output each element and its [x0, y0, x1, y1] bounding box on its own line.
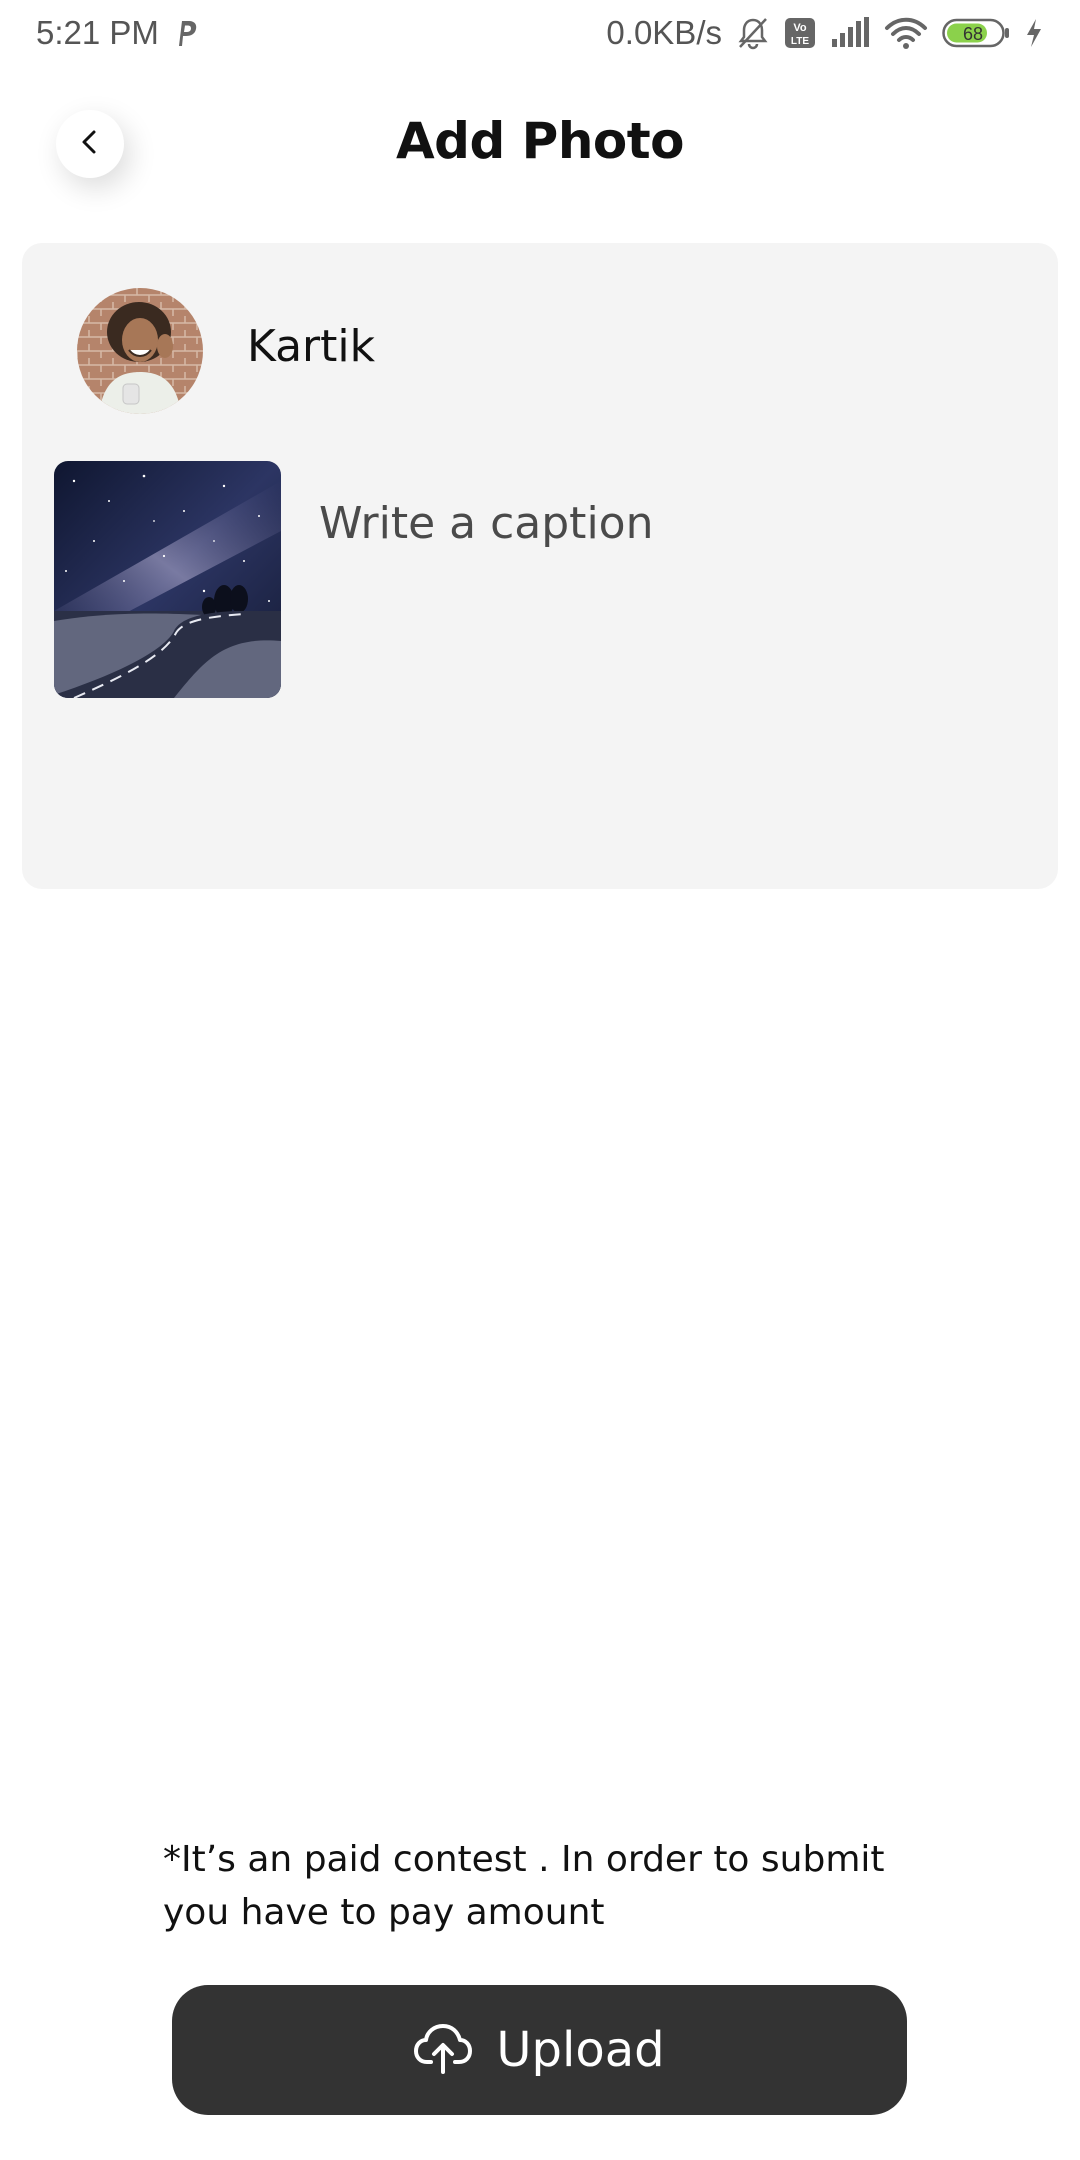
upload-button[interactable]: Upload: [172, 1985, 907, 2115]
status-left: 5:21 PM: [36, 14, 199, 52]
photo-thumbnail[interactable]: [54, 461, 281, 698]
svg-text:LTE: LTE: [791, 36, 809, 47]
header: Add Photo: [0, 96, 1080, 191]
avatar: [77, 288, 203, 414]
battery-level: 68: [963, 24, 983, 44]
status-time: 5:21 PM: [36, 14, 159, 51]
paid-contest-notice: *It’s an paid contest . In order to subm…: [163, 1839, 885, 1933]
status-bar: 5:21 PM 0.0KB/s Vo LTE 68: [0, 0, 1080, 66]
signal-icon: [830, 17, 870, 49]
page-title: Add Photo: [395, 112, 685, 170]
caption-input[interactable]: [319, 488, 1019, 558]
status-right: 0.0KB/s Vo LTE 68: [606, 14, 1044, 52]
charging-icon: [1024, 17, 1044, 49]
user-name: Kartik: [247, 321, 376, 372]
upload-button-label: Upload: [496, 2022, 665, 2078]
svg-text:Vo: Vo: [793, 22, 807, 34]
wifi-icon: [884, 16, 928, 50]
cloud-upload-icon: [414, 2022, 473, 2078]
mute-bell-icon: [736, 16, 770, 50]
volte-icon: Vo LTE: [784, 17, 816, 49]
parking-icon: [173, 18, 199, 48]
battery-icon: 68: [942, 17, 1010, 49]
network-speed: 0.0KB/s: [606, 14, 722, 51]
post-card: Kartik: [22, 243, 1058, 889]
